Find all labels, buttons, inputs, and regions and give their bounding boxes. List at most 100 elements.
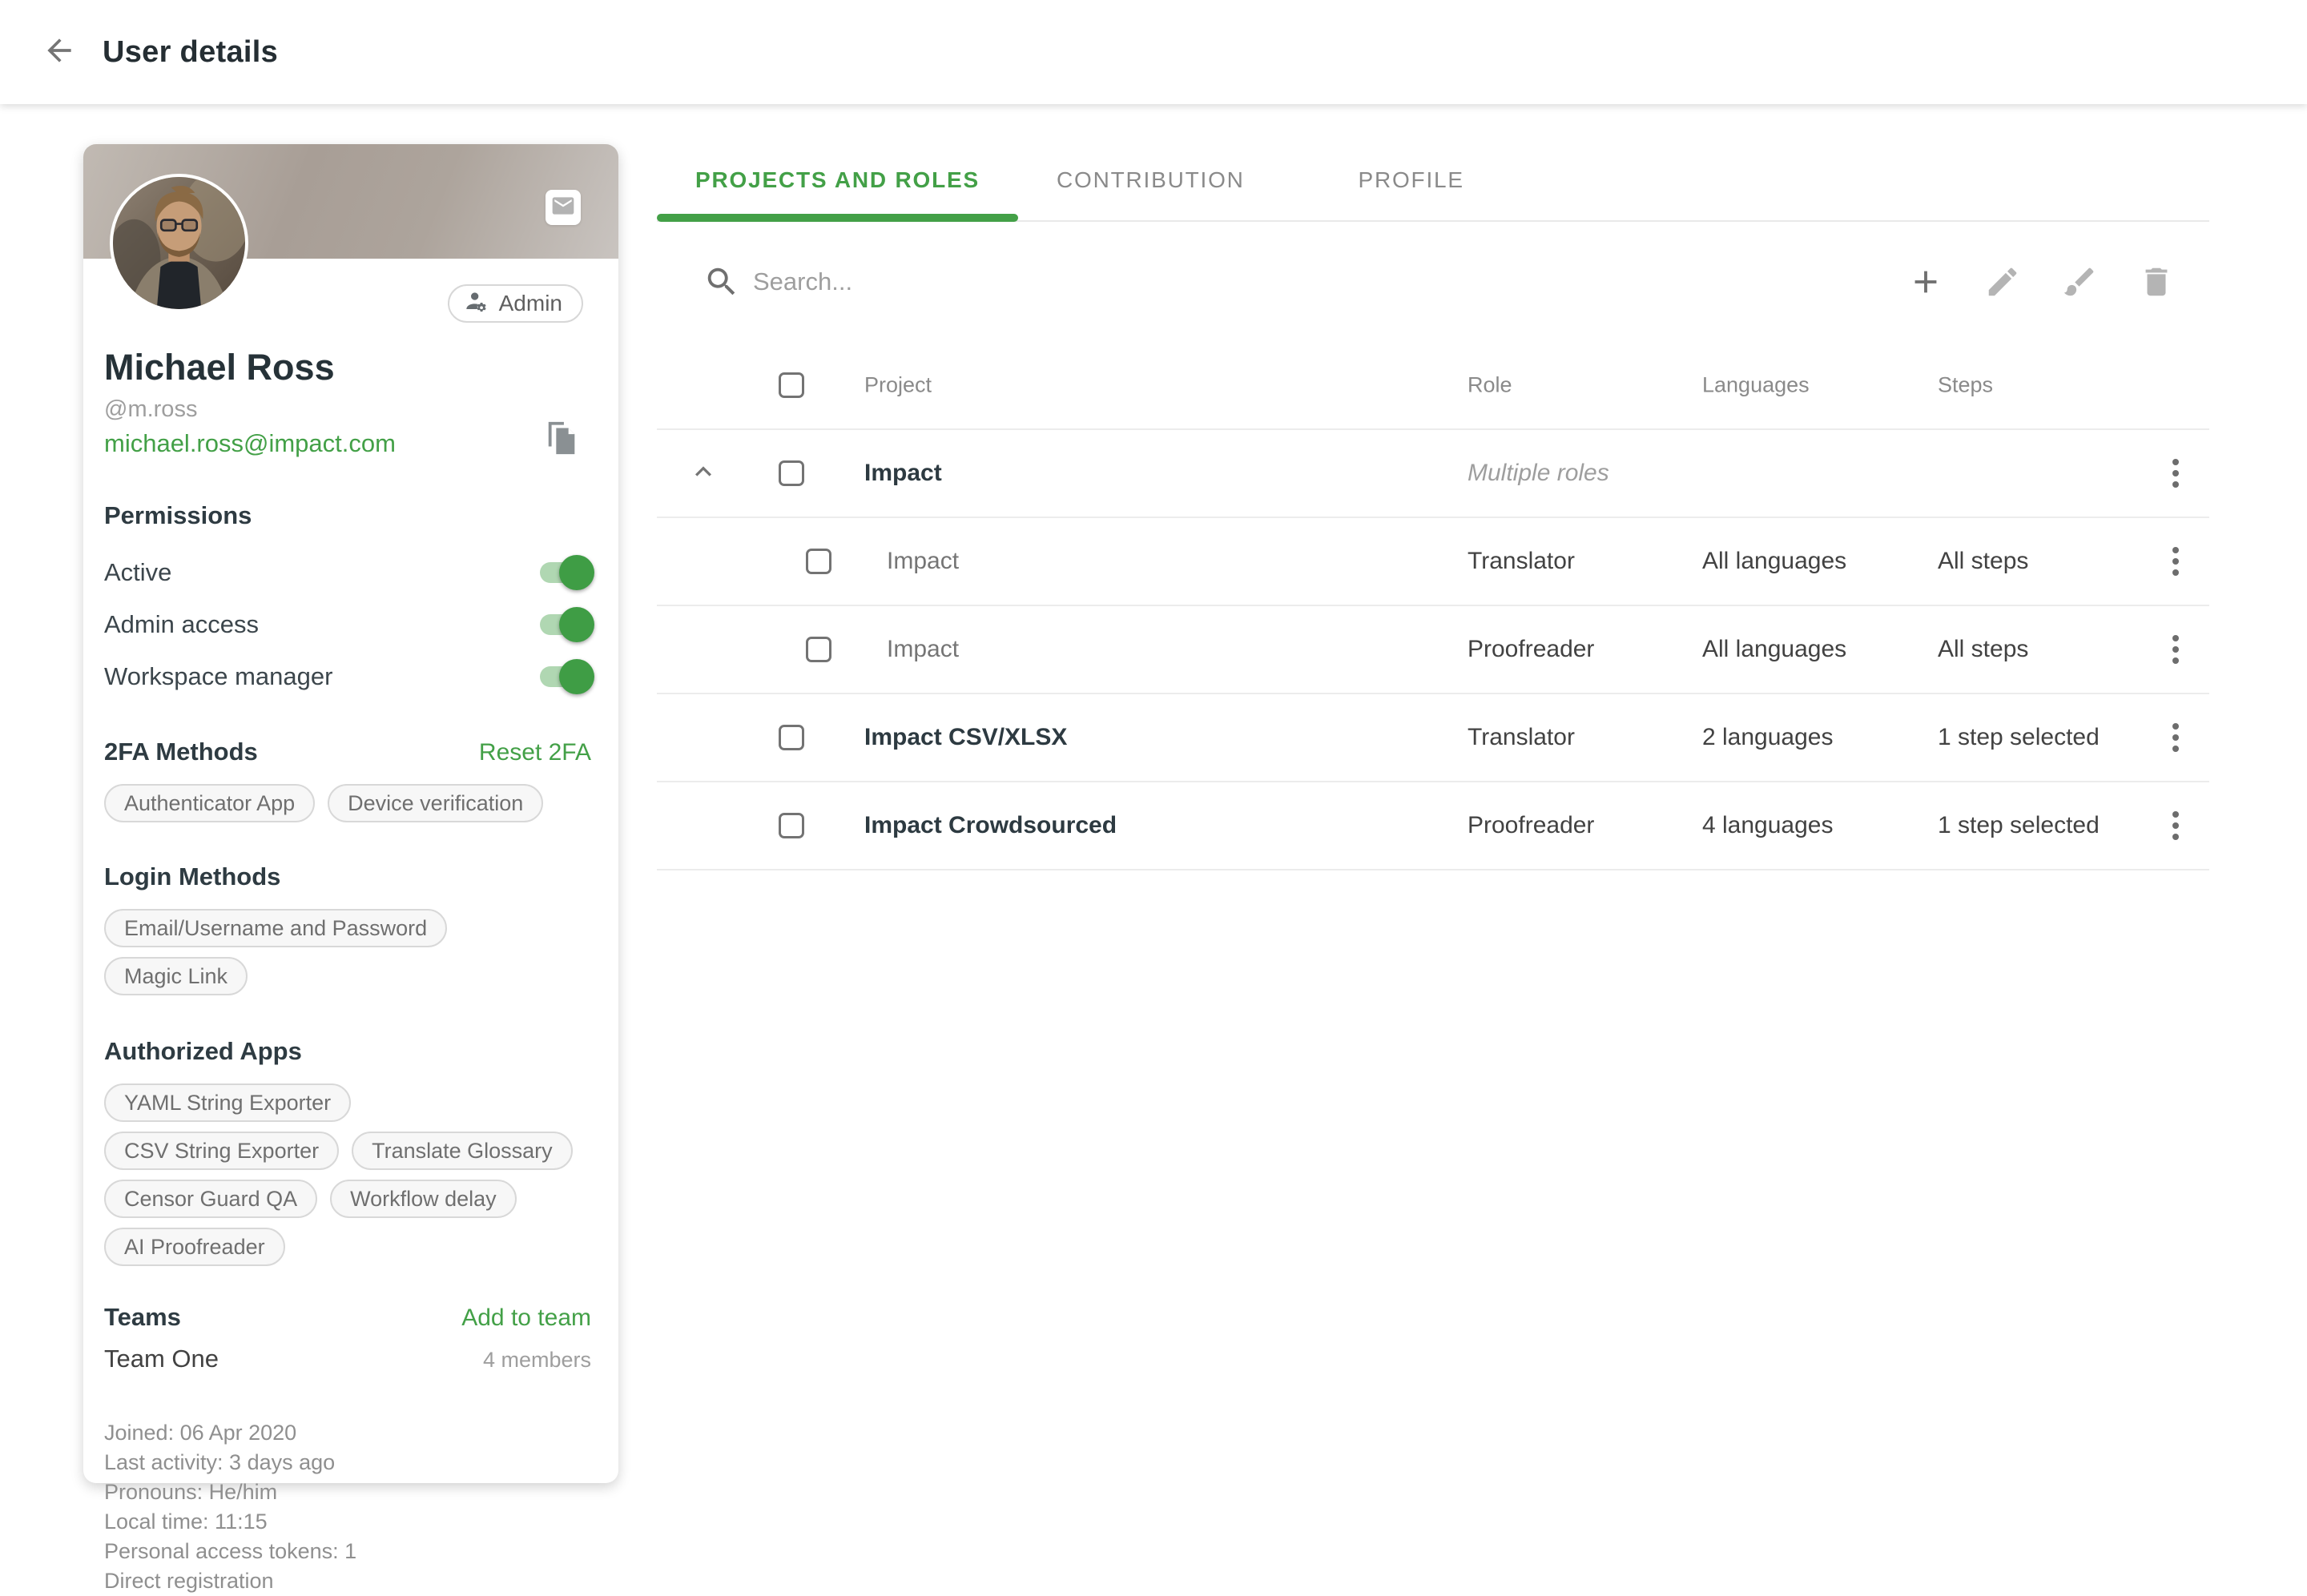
add-button[interactable] [1906,263,1945,301]
role-value: Multiple roles [1468,460,1609,487]
table-row[interactable]: Impact Translator All languages All step… [657,518,2209,606]
role-value: Translator [1468,548,1575,575]
table-row[interactable]: Impact Crowdsourced Proofreader 4 langua… [657,782,2209,870]
steps-value: 1 step selected [1938,812,2100,839]
chip: Workflow delay [330,1180,517,1218]
authorized-apps-title: Authorized Apps [104,1037,591,1066]
row-menu-button[interactable] [2158,456,2193,491]
chip: Translate Glossary [352,1132,573,1170]
permission-label: Active [104,558,171,587]
arrow-back-icon [42,33,77,72]
toggle-switch[interactable] [540,558,591,587]
toggle-switch[interactable] [540,610,591,639]
table-toolbar [657,222,2209,342]
brush-button[interactable] [2060,263,2099,301]
row-checkbox[interactable] [779,460,804,486]
column-header-role: Role [1468,373,1512,398]
role-value: Translator [1468,724,1575,751]
twofa-title: 2FA Methods [104,738,258,766]
chevron-up-icon [687,456,719,492]
role-value: Proofreader [1468,636,1594,663]
languages-value: 2 languages [1702,724,1833,751]
column-header-project: Project [864,373,932,398]
permission-label: Admin access [104,610,259,639]
delete-button[interactable] [2137,263,2176,301]
manage-accounts-icon [464,288,489,320]
permission-toggle-row: Active [104,546,591,598]
permissions-toggles: Active Admin access Workspace manager [104,546,591,702]
team-members-count: 4 members [483,1348,591,1373]
reset-2fa-link[interactable]: Reset 2FA [479,739,591,766]
chip: YAML String Exporter [104,1083,351,1122]
languages-value: All languages [1702,636,1846,663]
table-row[interactable]: Impact Multiple roles [657,430,2209,518]
languages-value: All languages [1702,548,1846,575]
steps-value: All steps [1938,548,2028,575]
project-name: Impact [864,460,942,487]
search-icon [703,263,740,300]
page-title: User details [103,35,278,70]
steps-value: 1 step selected [1938,724,2100,751]
chip: Authenticator App [104,784,315,822]
row-menu-button[interactable] [2158,808,2193,843]
tab-projects-and-roles[interactable]: PROJECTS AND ROLES [657,140,1018,220]
add-to-team-link[interactable]: Add to team [461,1305,591,1332]
row-checkbox[interactable] [806,637,831,662]
login-method-chips: Email/Username and Password Magic Link [104,909,591,995]
authorized-app-chips: YAML String Exporter CSV String Exporter… [104,1083,591,1266]
tab-contribution[interactable]: CONTRIBUTION [1018,140,1283,220]
role-value: Proofreader [1468,812,1594,839]
copy-email-button[interactable] [544,416,581,458]
permission-toggle-row: Admin access [104,598,591,650]
chip: CSV String Exporter [104,1132,339,1170]
user-name: Michael Ross [104,347,591,388]
row-menu-button[interactable] [2158,720,2193,755]
row-checkbox[interactable] [806,549,831,574]
admin-badge-label: Admin [499,291,562,316]
chip: Magic Link [104,957,248,995]
row-menu-button[interactable] [2158,544,2193,579]
meta-line-last-activity: Last activity: 3 days ago [104,1448,591,1477]
row-menu-button[interactable] [2158,632,2193,667]
select-all-checkbox[interactable] [779,372,804,398]
back-button[interactable] [40,33,79,71]
row-checkbox[interactable] [779,725,804,750]
user-meta-block: Joined: 06 Apr 2020 Last activity: 3 day… [104,1418,591,1596]
meta-line-registration: Direct registration [104,1566,591,1596]
team-row: Team One 4 members [104,1345,591,1373]
project-name: Impact [887,636,959,663]
table-header-row: Project Role Languages Steps [657,342,2209,430]
meta-line-local-time: Local time: 11:15 [104,1507,591,1537]
projects-table: Project Role Languages Steps Impact Mult… [657,342,2209,870]
permissions-title: Permissions [104,501,591,530]
tab-profile[interactable]: PROFILE [1283,140,1540,220]
profile-card: Admin Michael Ross @m.ross michael.ross@… [83,144,618,1483]
envelope-icon [550,193,576,223]
row-checkbox[interactable] [779,813,804,838]
meta-line-tokens: Personal access tokens: 1 [104,1537,591,1566]
project-name: Impact CSV/XLSX [864,724,1067,751]
chip: Censor Guard QA [104,1180,317,1218]
projects-table-body: Impact Multiple roles Impact Translator … [657,430,2209,870]
twofa-chips: Authenticator App Device verification [104,784,591,822]
languages-value: 4 languages [1702,812,1833,839]
login-methods-title: Login Methods [104,862,591,891]
edit-button[interactable] [1983,263,2022,301]
app-bar: User details [0,0,2307,104]
team-name: Team One [104,1345,219,1373]
user-handle: @m.ross [104,396,591,423]
toggle-switch[interactable] [540,662,591,691]
search-input[interactable] [753,267,1634,296]
column-header-steps: Steps [1938,373,1993,398]
meta-line-pronouns: Pronouns: He/him [104,1477,591,1507]
permission-toggle-row: Workspace manager [104,650,591,702]
table-row[interactable]: Impact CSV/XLSX Translator 2 languages 1… [657,694,2209,782]
table-row[interactable]: Impact Proofreader All languages All ste… [657,606,2209,694]
chip: AI Proofreader [104,1228,285,1266]
details-panel: PROJECTS AND ROLES CONTRIBUTION PROFILE [657,140,2209,870]
meta-line-joined: Joined: 06 Apr 2020 [104,1418,591,1448]
send-email-button[interactable] [546,190,581,225]
tab-bar: PROJECTS AND ROLES CONTRIBUTION PROFILE [657,140,2209,222]
user-email-link[interactable]: michael.ross@impact.com [104,429,396,458]
collapse-row-button[interactable] [686,456,721,491]
